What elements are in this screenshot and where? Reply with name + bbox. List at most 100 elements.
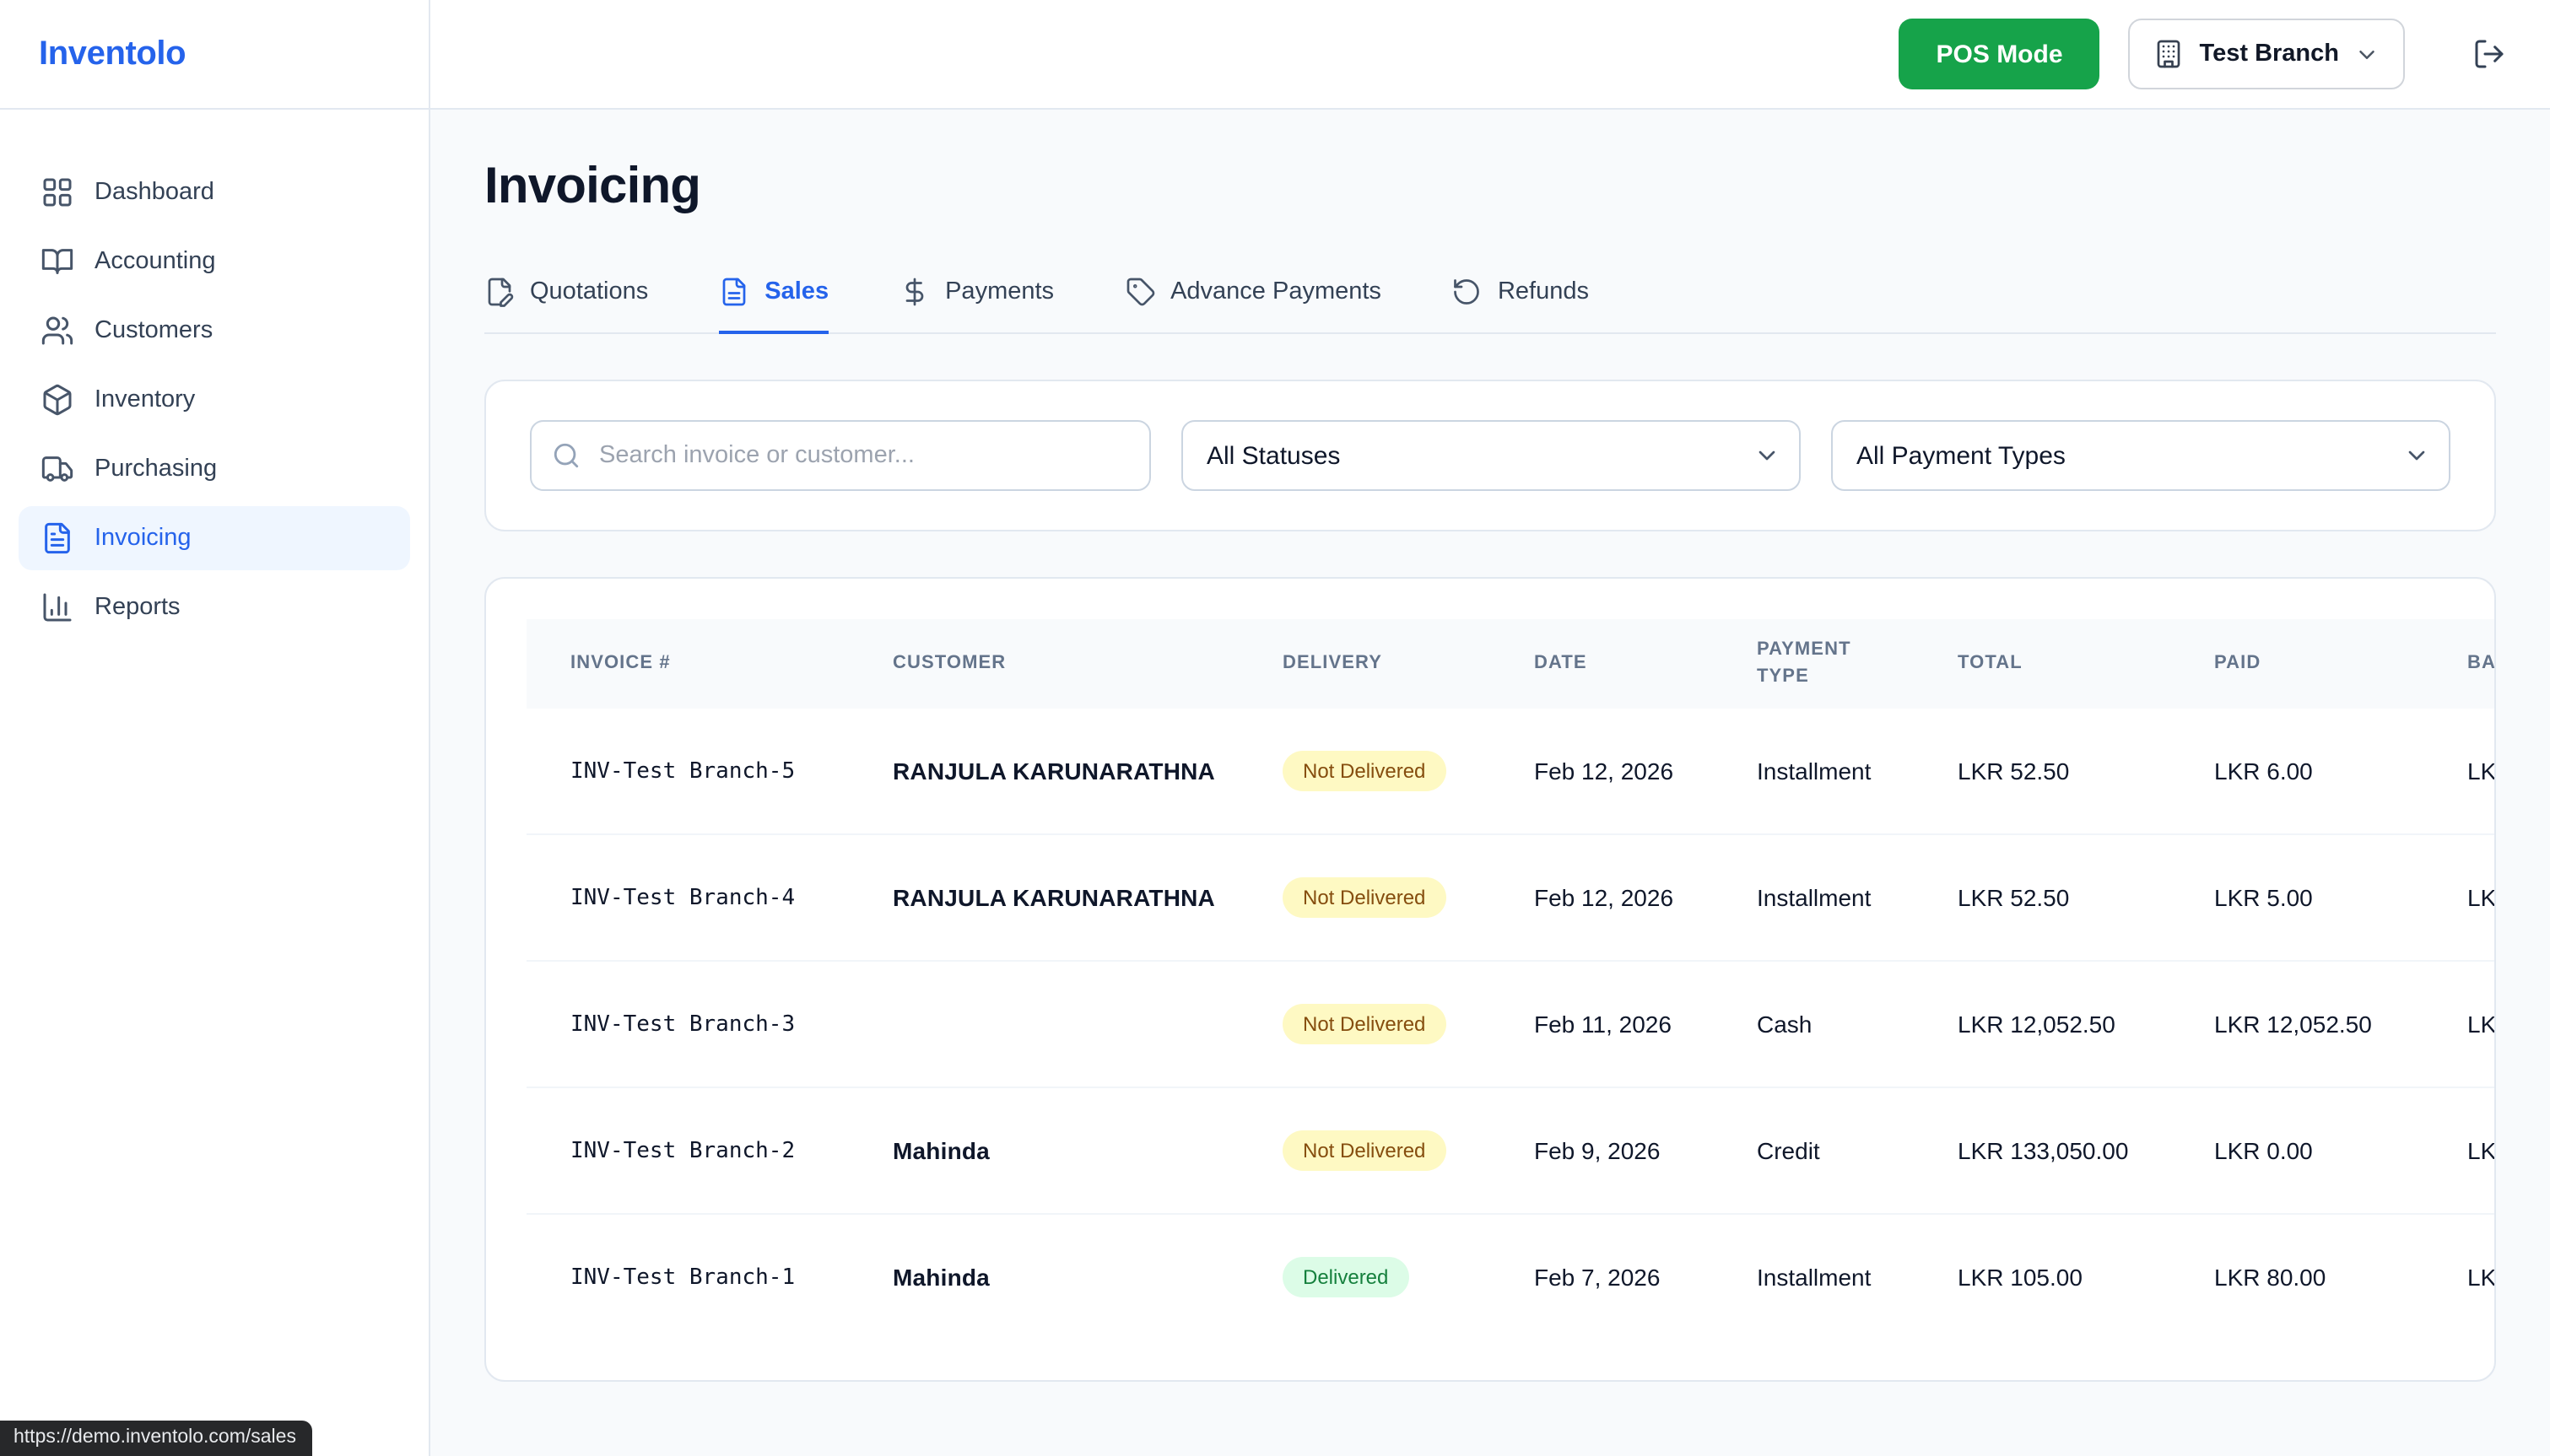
table-row[interactable]: INV-Test Branch-3 Not Delivered Feb 11, … [527, 961, 2496, 1087]
column-header-delivery: DELIVERY [1239, 619, 1490, 709]
tabs: Quotations Sales Payments [484, 277, 2496, 334]
status-filter-wrap: All Statuses [1181, 420, 1801, 491]
invoice-balance: LKR [2423, 1214, 2496, 1340]
column-header-customer: CUSTOMER [849, 619, 1239, 709]
sidebar-item-purchasing[interactable]: Purchasing [19, 437, 410, 501]
payment-type: Cash [1713, 961, 1914, 1087]
invoice-balance: LKR [2423, 709, 2496, 834]
sidebar-item-accounting[interactable]: Accounting [19, 229, 410, 294]
invoice-paid: LKR 12,052.50 [2170, 961, 2423, 1087]
branch-selector[interactable]: Test Branch [2129, 19, 2405, 89]
invoice-number: INV-Test Branch-1 [527, 1214, 849, 1340]
delivery-status-badge: Not Delivered [1283, 1130, 1445, 1171]
sidebar-item-invoicing[interactable]: Invoicing [19, 506, 410, 570]
delivery-status-badge: Delivered [1283, 1257, 1408, 1297]
search-input[interactable] [530, 420, 1151, 491]
tab-quotations[interactable]: Quotations [484, 277, 648, 334]
customer-name: Mahinda [849, 1214, 1239, 1340]
invoice-table-card: INVOICE # CUSTOMER DELIVERY DATE PAYMENT… [484, 577, 2496, 1382]
payment-type: Installment [1713, 1214, 1914, 1340]
invoice-date: Feb 7, 2026 [1490, 1214, 1713, 1340]
column-header-payment-type: PAYMENT TYPE [1713, 619, 1914, 709]
logout-button[interactable] [2472, 37, 2506, 71]
sidebar-header: Inventolo [0, 0, 429, 110]
chevron-down-icon [2354, 41, 2380, 67]
pos-mode-button[interactable]: POS Mode [1899, 19, 2100, 89]
refund-arrow-icon [1452, 277, 1483, 307]
table-scroll-area[interactable]: INVOICE # CUSTOMER DELIVERY DATE PAYMENT… [527, 619, 2496, 1340]
sidebar-item-customers[interactable]: Customers [19, 299, 410, 363]
sidebar-item-inventory[interactable]: Inventory [19, 368, 410, 432]
invoice-balance: LKR [2423, 961, 2496, 1087]
tab-refunds[interactable]: Refunds [1452, 277, 1589, 334]
table-row[interactable]: INV-Test Branch-4 RANJULA KARUNARATHNA N… [527, 834, 2496, 961]
tag-icon [1125, 277, 1155, 307]
invoice-balance: LKR [2423, 834, 2496, 961]
topbar: POS Mode Test Branch [430, 0, 2550, 110]
payment-type: Installment [1713, 709, 1914, 834]
filter-bar: All Statuses All Payment Types [484, 380, 2496, 531]
content: Invoicing Quotations Sales [430, 110, 2550, 1456]
tab-payments[interactable]: Payments [900, 277, 1054, 334]
invoice-table: INVOICE # CUSTOMER DELIVERY DATE PAYMENT… [527, 619, 2496, 1340]
invoice-total: LKR 52.50 [1914, 709, 2170, 834]
tab-label: Payments [945, 278, 1054, 305]
sidebar-item-label: Reports [95, 594, 181, 621]
delivery-status-badge: Not Delivered [1283, 751, 1445, 791]
sidebar-item-label: Accounting [95, 248, 216, 275]
page-title: Invoicing [484, 157, 2496, 218]
tab-label: Quotations [530, 278, 648, 305]
table-row[interactable]: INV-Test Branch-1 Mahinda Delivered Feb … [527, 1214, 2496, 1340]
invoice-paid: LKR 0.00 [2170, 1087, 2423, 1214]
invoice-total: LKR 12,052.50 [1914, 961, 2170, 1087]
invoice-file-icon [41, 521, 74, 555]
invoice-date: Feb 9, 2026 [1490, 1087, 1713, 1214]
building-icon [2154, 39, 2185, 69]
customer-name: RANJULA KARUNARATHNA [849, 834, 1239, 961]
users-icon [41, 314, 74, 348]
invoice-date: Feb 12, 2026 [1490, 709, 1713, 834]
invoice-paid: LKR 6.00 [2170, 709, 2423, 834]
table-row[interactable]: INV-Test Branch-2 Mahinda Not Delivered … [527, 1087, 2496, 1214]
invoice-number: INV-Test Branch-4 [527, 834, 849, 961]
branch-selector-label: Test Branch [2200, 40, 2339, 67]
invoice-total: LKR 105.00 [1914, 1214, 2170, 1340]
table-row[interactable]: INV-Test Branch-5 RANJULA KARUNARATHNA N… [527, 709, 2496, 834]
payment-type: Credit [1713, 1087, 1914, 1214]
dollar-icon [900, 277, 930, 307]
table-header-row: INVOICE # CUSTOMER DELIVERY DATE PAYMENT… [527, 619, 2496, 709]
tab-label: Advance Payments [1170, 278, 1381, 305]
sidebar-nav: Dashboard Accounting Customers Inventory [0, 110, 429, 644]
truck-icon [41, 452, 74, 486]
invoice-paid: LKR 5.00 [2170, 834, 2423, 961]
tab-label: Sales [764, 278, 829, 305]
file-invoice-icon [719, 277, 749, 307]
sidebar-item-label: Customers [95, 317, 213, 344]
payment-type-filter-wrap: All Payment Types [1831, 420, 2450, 491]
invoice-balance: LKR [2423, 1087, 2496, 1214]
column-header-invoice: INVOICE # [527, 619, 849, 709]
dashboard-grid-icon [41, 175, 74, 209]
tab-label: Refunds [1498, 278, 1589, 305]
package-box-icon [41, 383, 74, 417]
customer-name: Mahinda [849, 1087, 1239, 1214]
tab-sales[interactable]: Sales [719, 277, 829, 334]
main-area: POS Mode Test Branch Invoicing [430, 0, 2550, 1456]
invoice-paid: LKR 80.00 [2170, 1214, 2423, 1340]
delivery-status-badge: Not Delivered [1283, 877, 1445, 918]
app-logo[interactable]: Inventolo [39, 35, 186, 73]
open-book-icon [41, 245, 74, 278]
invoice-date: Feb 12, 2026 [1490, 834, 1713, 961]
status-filter-select[interactable]: All Statuses [1181, 420, 1801, 491]
invoice-number: INV-Test Branch-3 [527, 961, 849, 1087]
status-url-bar: https://demo.inventolo.com/sales [0, 1421, 313, 1456]
payment-type-filter-select[interactable]: All Payment Types [1831, 420, 2450, 491]
sidebar-item-label: Invoicing [95, 525, 191, 552]
sidebar-item-dashboard[interactable]: Dashboard [19, 160, 410, 224]
sidebar-item-reports[interactable]: Reports [19, 575, 410, 639]
invoice-total: LKR 133,050.00 [1914, 1087, 2170, 1214]
column-header-paid: PAID [2170, 619, 2423, 709]
invoice-number: INV-Test Branch-5 [527, 709, 849, 834]
tab-advance-payments[interactable]: Advance Payments [1125, 277, 1381, 334]
sidebar-item-label: Purchasing [95, 456, 217, 483]
